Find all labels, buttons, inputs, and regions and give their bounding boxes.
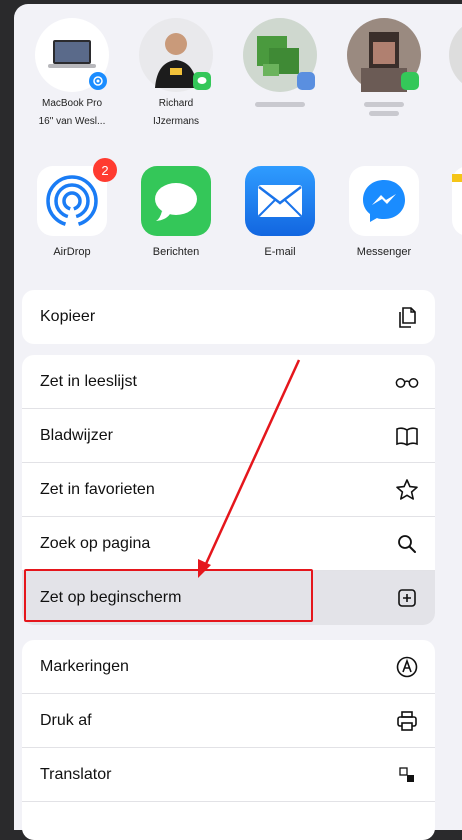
book-icon: [395, 424, 419, 448]
search-icon: [395, 532, 419, 556]
action-markeringen[interactable]: Markeringen: [22, 640, 435, 694]
contact-name-line2: IJzermans: [152, 116, 200, 127]
glasses-icon: [395, 370, 419, 394]
highlight-box: [24, 569, 313, 622]
action-label: Zet in favorieten: [40, 480, 155, 498]
action-label: Bladwijzer: [40, 426, 113, 444]
airdrop-mini-icon: [89, 72, 107, 90]
action-label: Kopieer: [40, 308, 96, 325]
action-group-copy: Kopieer: [22, 290, 435, 344]
contact-name-line1: Richard: [158, 98, 194, 109]
message-mini-icon: [401, 72, 419, 90]
blurred-app-icon: [297, 72, 315, 90]
contact-richard[interactable]: Richard IJzermans: [136, 18, 216, 128]
add-square-icon: [395, 586, 419, 610]
messenger-icon: [349, 166, 419, 236]
app-label: Messenger: [356, 246, 412, 258]
notification-badge: 2: [93, 158, 117, 182]
action-label: Markeringen: [40, 657, 129, 675]
app-label: E-mail: [264, 246, 296, 258]
notes-icon: [452, 166, 462, 236]
action-group-more: Markeringen Druk af Translator: [22, 640, 435, 840]
app-email[interactable]: E-mail: [235, 166, 325, 258]
app-berichten[interactable]: Berichten: [131, 166, 221, 258]
messages-icon: [141, 166, 211, 236]
app-partial[interactable]: [442, 166, 462, 236]
macbook-avatar: [35, 18, 109, 92]
star-icon: [395, 478, 419, 502]
contact-name-line1: MacBook Pro: [41, 98, 103, 109]
action-partial[interactable]: [22, 802, 435, 840]
message-mini-icon: [193, 72, 211, 90]
action-leeslijst[interactable]: Zet in leeslijst: [22, 355, 435, 409]
blurred-name: [255, 102, 305, 107]
action-zoek[interactable]: Zoek op pagina: [22, 517, 435, 571]
contact-name-line2: 16" van Wesl...: [38, 116, 106, 127]
action-label: Zoek op pagina: [40, 534, 151, 552]
blurred-name: [364, 102, 404, 107]
action-label: Zet in leeslijst: [40, 372, 137, 390]
action-kopieer[interactable]: Kopieer: [22, 290, 435, 344]
translate-icon: [395, 763, 419, 787]
contact-partial[interactable]: [446, 18, 462, 92]
action-label: Translator: [40, 765, 112, 783]
app-label: Berichten: [152, 246, 200, 258]
action-favorieten[interactable]: Zet in favorieten: [22, 463, 435, 517]
app-label: AirDrop: [53, 246, 91, 258]
action-translator[interactable]: Translator: [22, 748, 435, 802]
contact-macbook[interactable]: MacBook Pro 16" van Wesl...: [32, 18, 112, 128]
mail-icon: [245, 166, 315, 236]
app-messenger[interactable]: Messenger: [339, 166, 429, 258]
partial-avatar: [449, 18, 462, 92]
blurred-name: [369, 111, 399, 116]
action-label: Druk af: [40, 711, 92, 729]
printer-icon: [395, 709, 419, 733]
markup-icon: [395, 655, 419, 679]
richard-avatar: [139, 18, 213, 92]
action-bladwijzer[interactable]: Bladwijzer: [22, 409, 435, 463]
app-airdrop[interactable]: 2 AirDrop: [27, 158, 117, 258]
contact-blurred-1[interactable]: [240, 18, 320, 107]
partial-icon: [395, 817, 419, 840]
action-druk-af[interactable]: Druk af: [22, 694, 435, 748]
contact-blurred-2[interactable]: [344, 18, 424, 116]
copy-icon: [395, 305, 419, 329]
blurred-avatar: [347, 18, 421, 92]
airdrop-icon: 2: [37, 158, 117, 236]
blurred-avatar: [243, 18, 317, 92]
